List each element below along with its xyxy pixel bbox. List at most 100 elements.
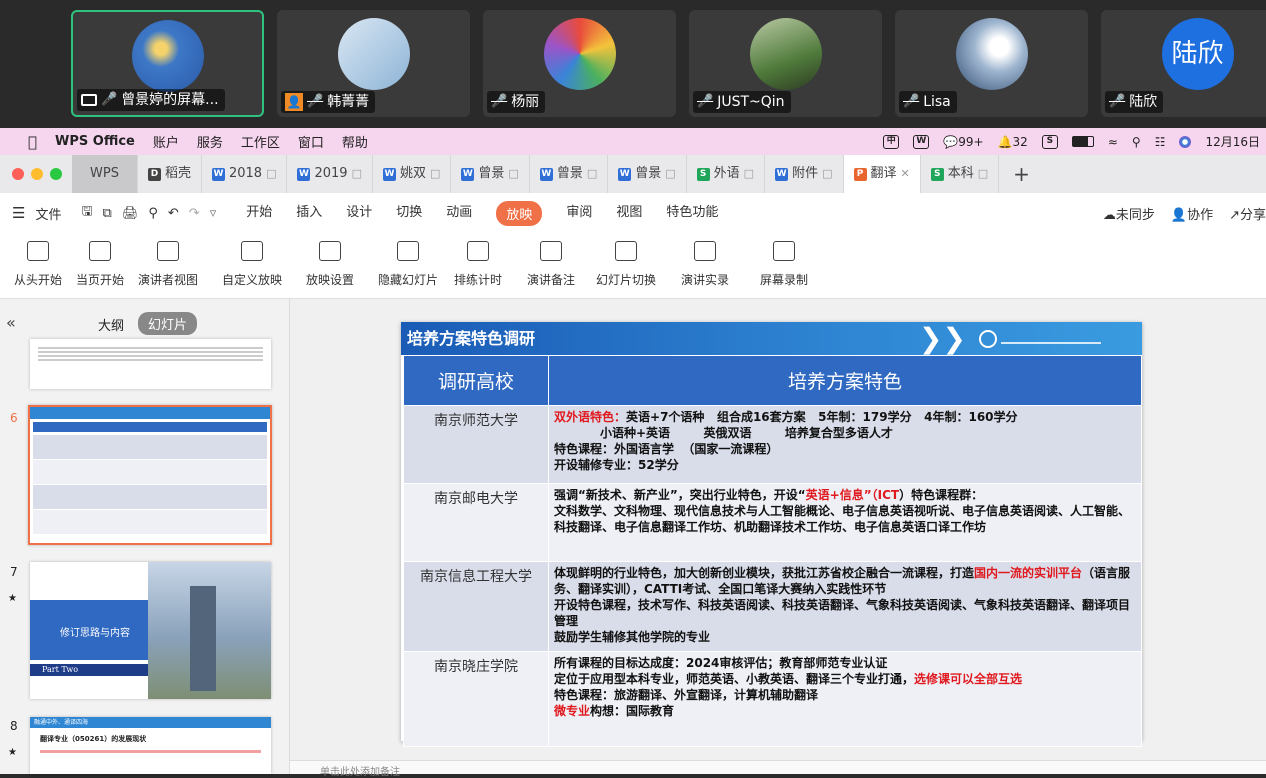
notes-placeholder: 单击此处添加备注: [320, 767, 400, 778]
tab-status-icon[interactable]: □: [822, 155, 832, 193]
participant-tile[interactable]: 陆欣 🎤 陆欣: [1101, 10, 1266, 117]
doc-tab[interactable]: S 本科 □: [921, 155, 1000, 193]
slide-thumb-6[interactable]: [28, 405, 272, 545]
input-method-icon[interactable]: 中: [883, 134, 900, 149]
app-name[interactable]: WPS Office: [55, 134, 135, 149]
tab-status-icon[interactable]: □: [587, 155, 597, 193]
tab-status-icon[interactable]: □: [508, 155, 518, 193]
share-button[interactable]: ↗分享: [1229, 204, 1266, 223]
undo-icon[interactable]: ↶: [168, 206, 179, 221]
tab-status-icon[interactable]: □: [430, 155, 440, 193]
menu-tab[interactable]: 审阅: [566, 201, 592, 226]
slide-thumb-8[interactable]: 融通中外、通译四海 翻译专业（050261）的发展现状: [30, 717, 271, 774]
menu-tab[interactable]: 视图: [616, 201, 642, 226]
menu-tab[interactable]: 设计: [346, 201, 372, 226]
doc-tab[interactable]: W 附件 □: [765, 155, 844, 193]
zoom-window-button[interactable]: [50, 168, 62, 180]
menu-help[interactable]: 帮助: [342, 132, 368, 151]
ribbon-label: 演讲者视图: [138, 273, 199, 287]
ribbon-button[interactable]: 从头开始: [14, 241, 62, 288]
slide-thumb-5[interactable]: [30, 339, 271, 389]
tab-status-icon[interactable]: □: [978, 155, 988, 193]
doc-tab[interactable]: WPS: [72, 155, 138, 193]
close-window-button[interactable]: [12, 168, 24, 180]
doc-tab[interactable]: W 曾景 □: [530, 155, 609, 193]
doc-type-icon: W: [297, 167, 311, 181]
bell-icon[interactable]: 🔔32: [998, 135, 1028, 149]
table-row: 南京信息工程大学 体现鲜明的行业特色，加大创新创业模块，获批江苏省校企融合一流课程…: [403, 561, 1142, 652]
file-menu[interactable]: 文件: [35, 204, 61, 223]
tab-status-icon[interactable]: □: [266, 155, 276, 193]
menu-workspace[interactable]: 工作区: [241, 132, 280, 151]
ribbon-button[interactable]: 放映设置: [306, 241, 354, 288]
hamburger-icon[interactable]: ☰: [12, 204, 25, 222]
sync-status[interactable]: ☁未同步: [1103, 204, 1155, 223]
avatar: [543, 18, 616, 90]
menu-tab[interactable]: 特色功能: [666, 201, 718, 226]
tab-status-icon[interactable]: □: [744, 155, 754, 193]
search-icon[interactable]: ⚲: [1132, 135, 1141, 149]
wechat-icon[interactable]: 💬99+: [943, 135, 983, 149]
tab-status-icon[interactable]: □: [665, 155, 675, 193]
menu-account[interactable]: 账户: [153, 132, 179, 151]
ribbon-button[interactable]: 排练计时: [454, 241, 502, 288]
collapse-panel-icon[interactable]: «: [6, 313, 16, 332]
minimize-window-button[interactable]: [31, 168, 43, 180]
clock-date[interactable]: 12月16日: [1205, 133, 1260, 150]
doc-tab[interactable]: D 稻壳: [138, 155, 202, 193]
close-tab-icon[interactable]: ✕: [901, 155, 910, 193]
doc-tab[interactable]: P 翻译 ✕: [843, 155, 921, 193]
apple-icon[interactable]: : [28, 133, 37, 151]
outline-tab[interactable]: 大纲: [98, 315, 124, 334]
collaborate-label: 协作: [1187, 207, 1214, 223]
battery-icon[interactable]: [1071, 136, 1094, 147]
doc-tab-label: 姚双: [399, 166, 426, 181]
menu-tab[interactable]: 切换: [396, 201, 422, 226]
wps-tray-icon[interactable]: W: [913, 134, 930, 149]
ribbon-button[interactable]: 隐藏幻灯片: [378, 241, 438, 288]
redo-icon[interactable]: ↷: [189, 206, 200, 221]
doc-tab[interactable]: W 曾景 □: [451, 155, 530, 193]
tab-status-icon[interactable]: □: [352, 155, 362, 193]
menu-services[interactable]: 服务: [197, 132, 223, 151]
ribbon-button[interactable]: 演讲者视图: [138, 241, 198, 288]
ribbon-button[interactable]: 屏幕录制: [760, 241, 808, 288]
wifi-icon[interactable]: ≈: [1108, 135, 1118, 149]
doc-tab[interactable]: S 外语 □: [687, 155, 766, 193]
new-tab-icon[interactable]: +: [1013, 162, 1030, 186]
notes-bar[interactable]: 单击此处添加备注: [290, 760, 1266, 778]
menu-tab[interactable]: 放映: [496, 200, 543, 226]
s-tray-icon[interactable]: S: [1041, 134, 1058, 149]
ribbon-button[interactable]: 演讲备注: [527, 241, 575, 288]
slide-thumb-7[interactable]: 修订思路与内容 Part Two: [30, 562, 271, 699]
participant-tile[interactable]: 🎤 曾景婷的屏幕...: [71, 10, 264, 117]
participant-tile[interactable]: 👤 🎤 韩菁菁: [277, 10, 470, 117]
participant-tile[interactable]: 🎤 杨丽: [483, 10, 676, 117]
menu-tab[interactable]: 插入: [296, 201, 322, 226]
ribbon-button[interactable]: 当页开始: [76, 241, 124, 288]
doc-tab[interactable]: W 2019 □: [287, 155, 373, 193]
control-center-icon[interactable]: ☷: [1155, 135, 1166, 149]
ribbon-button[interactable]: 幻灯片切换: [596, 241, 656, 288]
save-icon[interactable]: 🖫: [81, 202, 92, 224]
ribbon-button[interactable]: 自定义放映: [222, 241, 282, 288]
participant-tile[interactable]: 🎤 Lisa: [895, 10, 1088, 117]
current-slide[interactable]: 培养方案特色调研 ❯❯ 调研高校 培养方案特色 南京师范大学 双外语特色：英语+7…: [401, 322, 1142, 747]
participant-nameplate: 🎤 曾景婷的屏幕...: [77, 89, 225, 111]
slides-tab[interactable]: 幻灯片: [138, 312, 198, 335]
menu-tab[interactable]: 开始: [246, 201, 272, 226]
ribbon-button[interactable]: 演讲实录: [681, 241, 729, 288]
collaborate-button[interactable]: 👤协作: [1171, 204, 1213, 223]
menu-window[interactable]: 窗口: [298, 132, 324, 151]
doc-tab[interactable]: W 2018 □: [202, 155, 288, 193]
feature-line: 鼓励学生辅修其他学院的专业: [554, 629, 1136, 645]
print-icon[interactable]: 🖨: [122, 206, 139, 221]
preview-icon[interactable]: ⚲: [148, 206, 158, 221]
meeting-participant-strip: 🎤 曾景婷的屏幕... 👤 🎤 韩菁菁 🎤 杨丽 🎤 JUST~Qin 🎤 Lisa 陆欣 🎤 陆欣: [0, 0, 1266, 128]
doc-tab[interactable]: W 姚双 □: [373, 155, 452, 193]
siri-icon[interactable]: [1179, 135, 1192, 148]
doc-tab[interactable]: W 曾景 □: [608, 155, 687, 193]
participant-tile[interactable]: 🎤 JUST~Qin: [689, 10, 882, 117]
menu-tab[interactable]: 动画: [446, 201, 472, 226]
export-icon[interactable]: ⧉: [103, 206, 112, 221]
